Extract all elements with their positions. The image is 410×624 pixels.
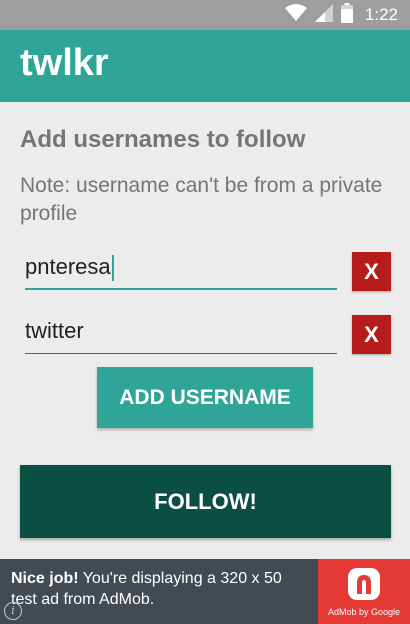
wifi-icon (284, 3, 307, 27)
ad-banner[interactable]: Nice job! You're displaying a 320 x 50 t… (0, 559, 410, 624)
signal-icon (314, 3, 333, 27)
status-icons: 1:22 (284, 2, 398, 28)
admob-badge[interactable]: AdMob by Google (318, 559, 410, 624)
battery-icon (340, 2, 353, 28)
field-underline (25, 353, 337, 354)
username-input-2[interactable]: twitter (25, 318, 84, 344)
info-icon[interactable]: i (4, 602, 22, 620)
app-title: twlkr (20, 42, 109, 84)
remove-username-button-2[interactable]: X (352, 315, 391, 354)
status-time: 1:22 (364, 5, 398, 24)
add-username-button[interactable]: ADD USERNAME (97, 367, 313, 428)
text-cursor (111, 255, 114, 282)
remove-username-button-1[interactable]: X (352, 252, 391, 291)
username-field-2[interactable]: twitter (25, 314, 337, 354)
admob-badge-label: AdMob by Google (327, 607, 401, 617)
ad-bold-text: Nice job! (11, 570, 79, 587)
field-underline-focused (25, 288, 337, 290)
app-bar: twlkr (0, 30, 410, 102)
privacy-note: Note: username can't be from a private p… (20, 174, 383, 225)
status-bar: 1:22 (0, 0, 410, 30)
username-field-1[interactable]: pnteresa (25, 250, 337, 290)
username-input-1[interactable]: pnteresa (25, 254, 114, 282)
page-heading: Add usernames to follow (20, 126, 306, 153)
admob-logo-icon (348, 568, 380, 600)
follow-button[interactable]: FOLLOW! (20, 465, 391, 538)
ad-text[interactable]: Nice job! You're displaying a 320 x 50 t… (11, 568, 311, 610)
